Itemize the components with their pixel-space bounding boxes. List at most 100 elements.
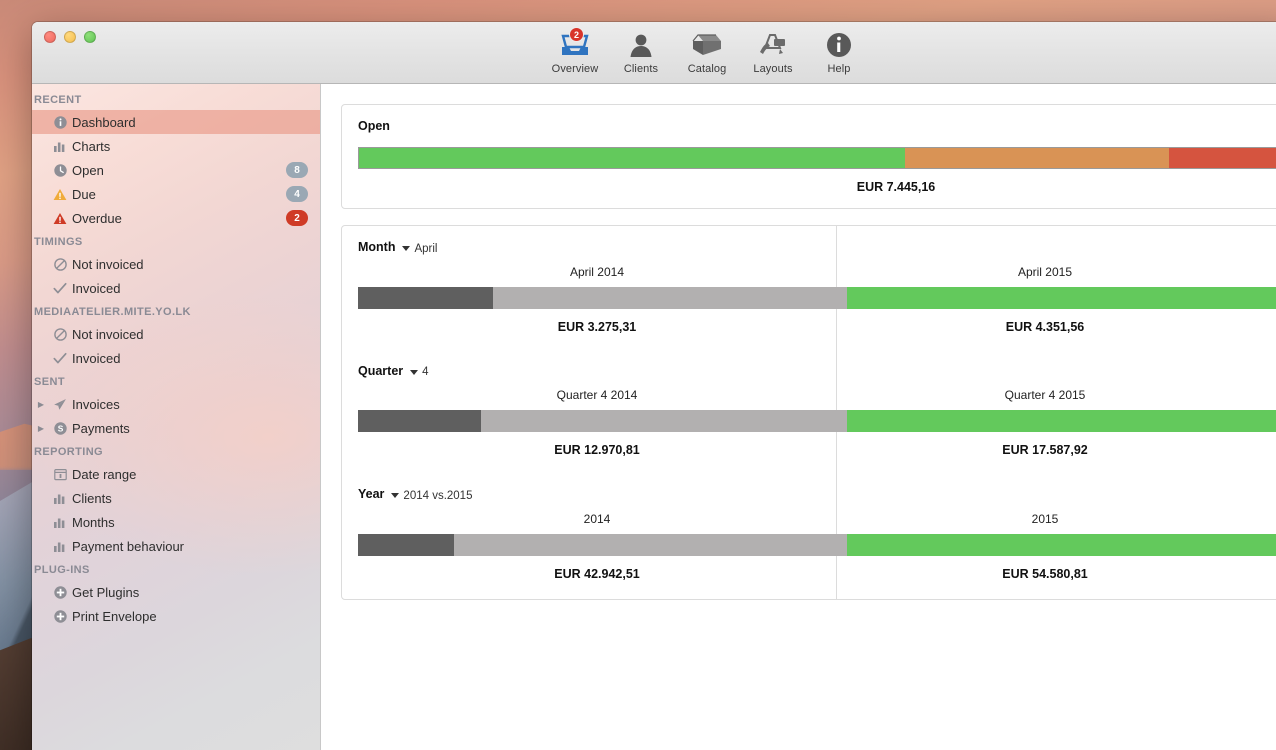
info-circle-icon (54, 116, 67, 129)
open-card: Open EUR 7.445,16 (341, 104, 1276, 209)
toolbar-icon-wrap (758, 30, 788, 60)
chevron-down-icon (402, 246, 410, 251)
sidebar-item-label: Overdue (72, 211, 286, 226)
window-body: RECENTDashboardChartsOpen8Due4Overdue2TI… (32, 84, 1276, 750)
open-bar-segment-open[interactable] (359, 148, 905, 168)
sidebar-item-badge: 8 (286, 162, 308, 178)
disclosure-triangle-icon[interactable]: ▶ (34, 400, 48, 409)
comparison-bar[interactable] (358, 534, 1276, 556)
sidebar-icon-wrap (48, 540, 72, 553)
sidebar-item-dashboard[interactable]: Dashboard (32, 110, 320, 134)
sidebar-icon-wrap (48, 212, 72, 225)
sidebar-item-payments[interactable]: ▶SPayments (32, 416, 320, 440)
checkmark-icon (53, 282, 67, 295)
minimize-button[interactable] (64, 31, 76, 43)
plus-circle-icon (54, 610, 67, 623)
toolbar-icon-wrap: 2 (560, 30, 590, 60)
bar-chart-icon (53, 540, 67, 553)
sidebar-icon-wrap (48, 188, 72, 201)
comparison-row-month: MonthAprilApril 2014April 2015EUR 3.275,… (342, 226, 1276, 350)
sidebar-item-months[interactable]: Months (32, 510, 320, 534)
open-bar-segment-due[interactable] (905, 148, 1169, 168)
comparison-left-label: April 2014 (358, 265, 836, 279)
toolbar-item-overview[interactable]: 2Overview (544, 26, 606, 75)
comparison-row-title: Month (358, 240, 395, 254)
sidebar-item-date-range[interactable]: Date range (32, 462, 320, 486)
toolbar-item-layouts[interactable]: Layouts (742, 26, 804, 75)
toolbar-item-label: Help (827, 63, 850, 75)
content-area: Open EUR 7.445,16 Month April April 2014Ap… (321, 84, 1276, 750)
sidebar-icon-wrap (48, 352, 72, 365)
sidebar-item-charts[interactable]: Charts (32, 134, 320, 158)
comparison-left-amount: EUR 12.970,81 (358, 443, 836, 457)
toolbar-item-help[interactable]: Help (808, 26, 870, 75)
disclosure-triangle-icon[interactable]: ▶ (34, 424, 48, 433)
comparison-right-label: April 2015 (836, 265, 1276, 279)
sidebar-item-label: Print Envelope (72, 609, 320, 624)
open-total-amount: EUR 7.445,16 (358, 180, 1276, 194)
comparison-row-selector[interactable]: 2014 vs.2015 (391, 490, 472, 502)
comparison-bar[interactable] (358, 287, 1276, 309)
comparison-row-header: Year2014 vs.2015 (358, 487, 1276, 502)
comparison-row-selector[interactable]: 4 (410, 366, 428, 378)
sidebar-icon-wrap (48, 258, 72, 271)
sidebar-item-label: Not invoiced (72, 327, 320, 342)
open-bar-segment-overdue[interactable] (1169, 148, 1276, 168)
open-stacked-bar[interactable] (358, 147, 1276, 169)
maximize-button[interactable] (84, 31, 96, 43)
sidebar-item-clients[interactable]: Clients (32, 486, 320, 510)
sidebar-item-invoices[interactable]: ▶Invoices (32, 392, 320, 416)
sidebar-item-invoiced[interactable]: Invoiced (32, 346, 320, 370)
comparison-period-labels: Quarter 4 2014Quarter 4 2015 (358, 388, 1276, 402)
sidebar-item-label: Open (72, 163, 286, 178)
layouts-icon (758, 32, 788, 58)
open-card-title: Open (358, 119, 1276, 133)
sidebar-icon-wrap (48, 492, 72, 505)
comparison-row-selector[interactable]: April (402, 243, 437, 255)
sidebar-item-label: Charts (72, 139, 320, 154)
sidebar-group-title: REPORTING (32, 440, 320, 462)
comparison-bar-segment-light (454, 534, 847, 556)
bar-chart-icon (53, 516, 67, 529)
sidebar-item-payment-behaviour[interactable]: Payment behaviour (32, 534, 320, 558)
close-button[interactable] (44, 31, 56, 43)
comparison-bar-segment-dark (358, 410, 481, 432)
sidebar-item-get-plugins[interactable]: Get Plugins (32, 580, 320, 604)
toolbar-badge: 2 (569, 27, 584, 42)
sidebar-item-invoiced[interactable]: Invoiced (32, 276, 320, 300)
sidebar-item-label: Invoiced (72, 281, 320, 296)
comparison-row-selector-value: April (414, 243, 437, 255)
checkmark-icon (53, 352, 67, 365)
dollar-circle-icon: S (54, 422, 67, 435)
sidebar-item-print-envelope[interactable]: Print Envelope (32, 604, 320, 628)
toolbar-item-label: Layouts (753, 63, 792, 75)
box-icon (692, 32, 722, 58)
sidebar-icon-wrap (48, 586, 72, 599)
svg-text:S: S (57, 423, 63, 433)
comparison-row-header: Month April (358, 240, 1276, 255)
sidebar-item-not-invoiced[interactable]: Not invoiced (32, 322, 320, 346)
main-toolbar: 2Overview Clients Catalog Layouts Help (544, 26, 870, 75)
toolbar-item-label: Clients (624, 63, 658, 75)
sidebar-item-overdue[interactable]: Overdue2 (32, 206, 320, 230)
sidebar-icon-wrap: S (48, 422, 72, 435)
comparison-right-label: Quarter 4 2015 (836, 388, 1276, 402)
toolbar-icon-wrap (692, 30, 722, 60)
sidebar-item-label: Get Plugins (72, 585, 320, 600)
app-window: 2OverviewClientsCatalogLayoutsHelp RECEN… (32, 22, 1276, 750)
sidebar-item-open[interactable]: Open8 (32, 158, 320, 182)
sidebar-item-label: Invoiced (72, 351, 320, 366)
toolbar-icon-wrap (628, 30, 654, 60)
sidebar-item-not-invoiced[interactable]: Not invoiced (32, 252, 320, 276)
warning-triangle-icon (53, 188, 67, 201)
comparison-bar[interactable] (358, 410, 1276, 432)
sidebar-icon-wrap (48, 468, 72, 481)
comparison-bar-segment-dark (358, 287, 493, 309)
toolbar-item-clients[interactable]: Clients (610, 26, 672, 75)
sidebar-item-due[interactable]: Due4 (32, 182, 320, 206)
plus-circle-icon (54, 586, 67, 599)
toolbar-item-catalog[interactable]: Catalog (676, 26, 738, 75)
comparison-bar-segment-current (847, 287, 1276, 309)
sidebar[interactable]: RECENTDashboardChartsOpen8Due4Overdue2TI… (32, 84, 321, 750)
comparison-left-label: Quarter 4 2014 (358, 388, 836, 402)
